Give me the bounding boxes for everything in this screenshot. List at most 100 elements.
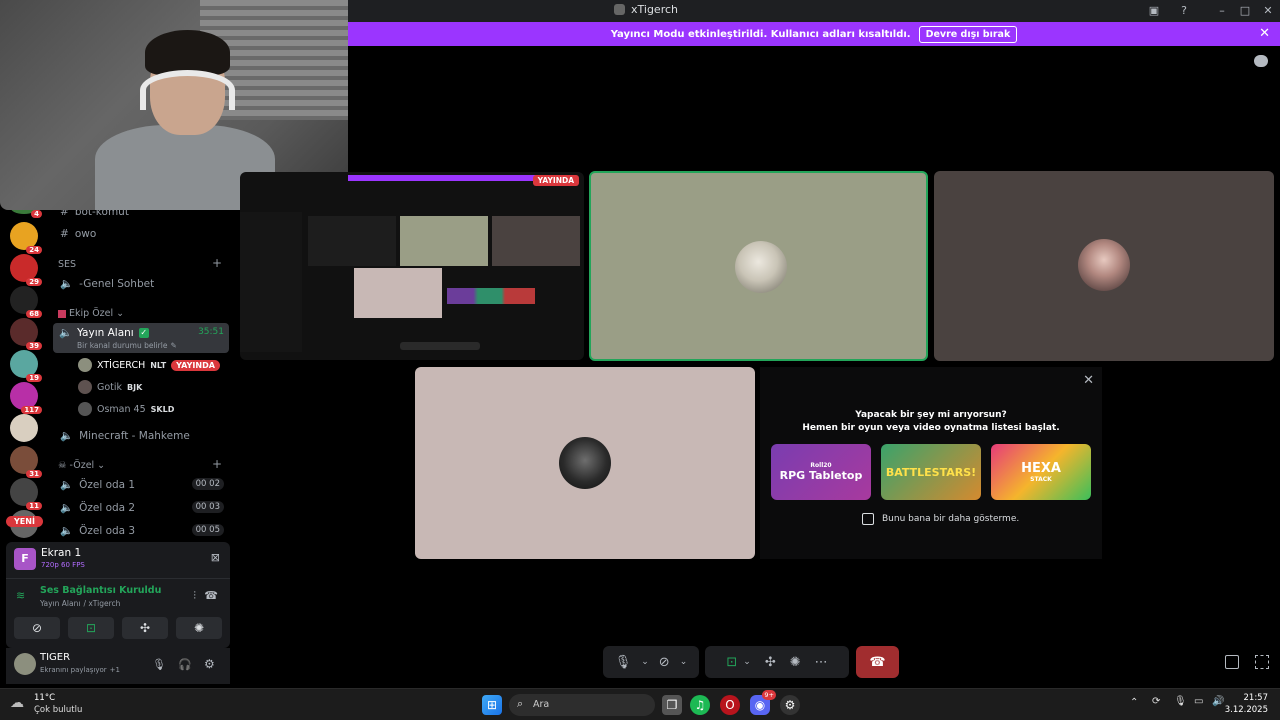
- clock-date[interactable]: 3.12.2025: [1224, 705, 1268, 715]
- channel-genel-sohbet[interactable]: 🔈 -Genel Sohbet: [60, 277, 155, 291]
- screen-share-icon[interactable]: ⊡: [726, 655, 737, 670]
- category-ozel[interactable]: ☠ -Özel ⌄: [58, 460, 105, 471]
- voice-user[interactable]: Osman 45 SKLD: [78, 402, 174, 416]
- channel-ozel-oda-2[interactable]: 🔈 Özel oda 2 00 03: [60, 501, 230, 514]
- channel-yayin-alani[interactable]: 🔈 Yayın Alanı ✓ 35:51 Bir kanal durumu b…: [53, 323, 229, 353]
- channel-label: -Genel Sohbet: [79, 277, 155, 290]
- chevron-down-icon[interactable]: ⌄: [743, 657, 751, 667]
- avatar[interactable]: [14, 653, 36, 675]
- popout-icon[interactable]: [1225, 655, 1239, 669]
- add-channel-icon[interactable]: +: [212, 256, 222, 270]
- voice-user[interactable]: XTİGERCH NLT YAYINDA: [78, 358, 220, 372]
- weather-icon[interactable]: ☁: [10, 695, 24, 711]
- camera-off-icon[interactable]: ⊘: [659, 655, 670, 670]
- preview-banner: [348, 175, 558, 181]
- mention-badge: 29: [26, 278, 42, 286]
- settings-gear-icon[interactable]: ⚙: [204, 657, 215, 671]
- headphones-icon[interactable]: 🎧: [178, 658, 192, 671]
- chevron-down-icon[interactable]: ⌄: [641, 657, 649, 667]
- volume-icon[interactable]: 🔊: [1212, 696, 1224, 707]
- activities-button[interactable]: ✣: [122, 617, 168, 639]
- close-icon[interactable]: ✕: [1083, 373, 1094, 388]
- server-icon[interactable]: 11: [10, 478, 42, 510]
- server-icon[interactable]: 19: [10, 350, 42, 382]
- task-view-icon[interactable]: ❐: [662, 695, 682, 715]
- count-b: 05: [209, 525, 220, 535]
- new-badge[interactable]: YENİ: [6, 516, 43, 527]
- checkbox[interactable]: [862, 513, 874, 525]
- mention-badge: 68: [26, 310, 42, 318]
- disable-streamer-mode-button[interactable]: Devre dışı bırak: [918, 25, 1018, 43]
- chevron-down-icon[interactable]: ⌄: [680, 657, 688, 667]
- voice-user[interactable]: Gotik BJK: [78, 380, 142, 394]
- game-card-hexa[interactable]: HEXA STACK: [991, 444, 1091, 500]
- server-icon[interactable]: 24: [10, 222, 42, 254]
- server-icon[interactable]: 117: [10, 382, 42, 414]
- participant-tile[interactable]: [415, 367, 755, 559]
- server-list: 4 24 29 68 39 19 117 31 11: [0, 200, 48, 540]
- maximize-icon[interactable]: □: [1237, 3, 1253, 19]
- stop-stream-icon[interactable]: ⊠: [211, 551, 220, 564]
- server-icon[interactable]: 39: [10, 318, 42, 350]
- server-icon[interactable]: [10, 414, 38, 442]
- participant-tile[interactable]: [934, 171, 1274, 361]
- clock-time[interactable]: 21:57: [1230, 693, 1269, 703]
- category-ekip-ozel[interactable]: Ekip Özel ⌄: [58, 308, 124, 319]
- steam-icon[interactable]: ⚙: [780, 695, 800, 715]
- channel-minecraft-mahkeme[interactable]: 🔈 Minecraft - Mahkeme: [60, 429, 190, 443]
- mention-badge: 24: [26, 246, 42, 254]
- mention-badge: 31: [26, 470, 42, 478]
- more-options-icon[interactable]: ⋯: [815, 655, 828, 670]
- spotify-icon[interactable]: ♫: [690, 695, 710, 715]
- soundboard-button[interactable]: ✺: [176, 617, 222, 639]
- checkbox-label: Bunu bana bir daha gösterme.: [882, 514, 1020, 524]
- notification-badge: 9+: [762, 690, 776, 700]
- channel-ozel-oda-3[interactable]: 🔈 Özel oda 3 00 05: [60, 524, 230, 537]
- preview-games: [447, 288, 535, 304]
- participant-tile-tiger[interactable]: [589, 171, 928, 361]
- minimize-icon[interactable]: –: [1214, 3, 1230, 19]
- channel-ozel-oda-1[interactable]: 🔈 Özel oda 1 00 02: [60, 478, 230, 491]
- opera-icon[interactable]: O: [720, 695, 740, 715]
- window-title: xTigerch: [614, 3, 678, 16]
- category-ses[interactable]: SES: [58, 259, 76, 270]
- channel-owo[interactable]: # owo: [60, 228, 96, 240]
- server-icon[interactable]: 68: [10, 286, 42, 318]
- windows-start-icon[interactable]: ⊞: [482, 695, 502, 715]
- preview-tile: [400, 216, 488, 266]
- display-icon[interactable]: ▭: [1194, 696, 1203, 707]
- soundboard-icon[interactable]: ✺: [790, 655, 801, 670]
- stream-quality: 720p 60 FPS: [41, 561, 85, 569]
- speaker-icon: 🔈: [60, 278, 74, 290]
- channel-status-prompt[interactable]: Bir kanal durumu belirle ✎: [77, 341, 177, 350]
- activities-icon[interactable]: ✣: [765, 655, 776, 670]
- server-icon[interactable]: 31: [10, 446, 42, 478]
- inbox-icon[interactable]: ▣: [1146, 3, 1162, 19]
- game-card-battlestars[interactable]: BATTLESTARS!: [881, 444, 981, 500]
- dont-show-again[interactable]: Bunu bana bir daha gösterme.: [862, 513, 1019, 525]
- microphone-icon[interactable]: 🎙: [152, 658, 166, 671]
- server-icon[interactable]: 29: [10, 254, 42, 286]
- game-card-rpg-tabletop[interactable]: Roll20 RPG Tabletop: [771, 444, 871, 500]
- sync-icon[interactable]: ⟳: [1152, 696, 1160, 707]
- close-window-icon[interactable]: ✕: [1260, 3, 1276, 19]
- voice-location[interactable]: Yayın Alanı / xTigerch: [40, 599, 120, 608]
- microphone-icon[interactable]: 🎙: [1174, 696, 1187, 707]
- fullscreen-icon[interactable]: [1255, 655, 1269, 669]
- add-channel-icon[interactable]: +: [212, 457, 222, 471]
- camera-toggle-button[interactable]: ⊘: [14, 617, 60, 639]
- stream-tile[interactable]: YAYINDA: [240, 172, 584, 360]
- help-icon[interactable]: ?: [1176, 3, 1192, 19]
- close-banner-icon[interactable]: ✕: [1259, 26, 1270, 41]
- screen-share-button[interactable]: ⊡: [68, 617, 114, 639]
- search-bar[interactable]: ⌕ Ara: [509, 694, 655, 716]
- microphone-icon[interactable]: 🎙: [615, 655, 632, 670]
- disconnect-icon[interactable]: ☎: [204, 589, 218, 602]
- chat-icon[interactable]: [1254, 55, 1268, 67]
- noise-suppression-icon[interactable]: ⫶: [193, 589, 196, 603]
- user-status-extra: +1: [109, 666, 120, 674]
- chevron-up-icon[interactable]: ⌃: [1130, 697, 1138, 708]
- user-limit-pill: 00 03: [191, 501, 224, 513]
- end-call-button[interactable]: ☎: [856, 646, 899, 678]
- discord-icon[interactable]: ◉ 9+: [750, 690, 776, 715]
